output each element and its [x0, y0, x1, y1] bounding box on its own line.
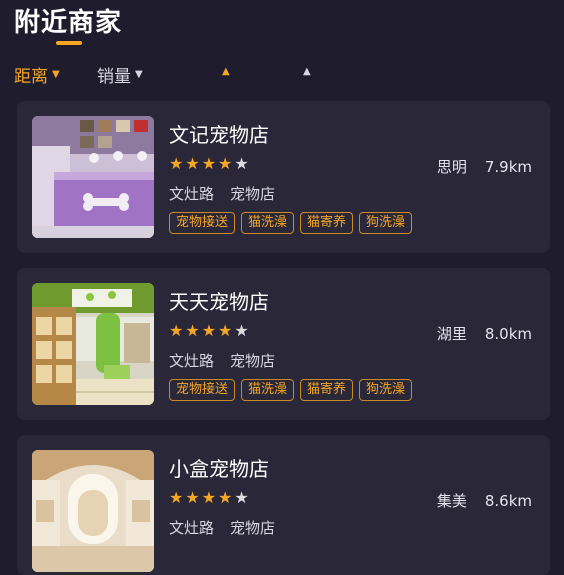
filter-bar: 距离 ▼ 销量 ▼ ▲ ▲: [0, 60, 564, 88]
caret-down-icon: ▼: [135, 69, 143, 80]
filter-distance[interactable]: 距离 ▼: [14, 62, 60, 87]
caret-up-icon[interactable]: ▲: [222, 66, 230, 77]
shop-name: 天天宠物店: [169, 290, 269, 314]
shop-district: 湖里: [436, 325, 467, 343]
shop-distance: 7.9km: [484, 158, 532, 176]
service-tag[interactable]: 猫寄养: [300, 379, 354, 401]
service-tag[interactable]: 猫洗澡: [241, 379, 295, 401]
half-star-icon: ★: [234, 154, 249, 173]
shop-location: 思明 7.9km: [437, 156, 532, 177]
star-icon: ★: [218, 488, 233, 507]
star-icon: ★: [218, 154, 233, 173]
shop-category: 宠物店: [230, 519, 276, 537]
caret-up-icon[interactable]: ▲: [303, 66, 311, 77]
star-icon: ★: [169, 488, 184, 507]
shop-name: 小盒宠物店: [169, 457, 269, 481]
shop-distance: 8.0km: [484, 325, 532, 343]
shop-district: 思明: [436, 158, 467, 176]
rating-stars: ★ ★ ★ ★ ★: [169, 490, 249, 506]
shop-meta: 文灶路 宠物店: [169, 350, 275, 371]
service-tag[interactable]: 宠物接送: [169, 379, 236, 401]
caret-down-icon: ▼: [52, 69, 60, 80]
filter-distance-label: 距离: [14, 67, 48, 87]
title-underline: [56, 41, 82, 45]
star-icon: ★: [185, 154, 200, 173]
shop-location: 湖里 8.0km: [437, 323, 532, 344]
service-tag[interactable]: 宠物接送: [169, 212, 236, 234]
shop-category: 宠物店: [230, 185, 276, 203]
shop-district: 集美: [436, 492, 467, 510]
shop-name: 文记宠物店: [169, 123, 269, 147]
shop-meta: 文灶路 宠物店: [169, 183, 275, 204]
shop-meta: 文灶路 宠物店: [169, 517, 275, 538]
half-star-icon: ★: [234, 321, 249, 340]
service-tag[interactable]: 猫洗澡: [241, 212, 295, 234]
star-icon: ★: [185, 488, 200, 507]
star-icon: ★: [169, 154, 184, 173]
shop-tags: 宠物接送 猫洗澡 猫寄养 狗洗澡: [169, 379, 413, 401]
service-tag[interactable]: 狗洗澡: [359, 379, 413, 401]
star-icon: ★: [218, 321, 233, 340]
star-icon: ★: [201, 154, 217, 173]
shop-photo: [32, 116, 154, 238]
shop-road: 文灶路: [169, 352, 215, 370]
filter-sales[interactable]: 销量 ▼: [97, 62, 143, 87]
rating-stars: ★ ★ ★ ★ ★: [169, 156, 249, 172]
shop-distance: 8.6km: [484, 492, 532, 510]
rating-stars: ★ ★ ★ ★ ★: [169, 323, 249, 339]
shop-card[interactable]: 文记宠物店 ★ ★ ★ ★ ★ 思明 7.9km 文灶路 宠物店 宠物接送 猫洗澡 …: [17, 101, 550, 253]
shop-photo: [32, 450, 154, 572]
shop-photo: [32, 283, 154, 405]
star-icon: ★: [201, 321, 217, 340]
filter-sales-label: 销量: [97, 67, 131, 87]
shop-card[interactable]: 天天宠物店 ★ ★ ★ ★ ★ 湖里 8.0km 文灶路 宠物店 宠物接送 猫洗澡 …: [17, 268, 550, 420]
shop-card[interactable]: 小盒宠物店 ★ ★ ★ ★ ★ 集美 8.6km 文灶路 宠物店: [17, 435, 550, 575]
shop-category: 宠物店: [230, 352, 276, 370]
star-icon: ★: [169, 321, 184, 340]
service-tag[interactable]: 猫寄养: [300, 212, 354, 234]
star-icon: ★: [201, 488, 217, 507]
star-icon: ★: [185, 321, 200, 340]
page-title: 附近商家: [14, 8, 123, 38]
shop-location: 集美 8.6km: [437, 490, 532, 511]
shop-tags: 宠物接送 猫洗澡 猫寄养 狗洗澡: [169, 212, 413, 234]
half-star-icon: ★: [234, 488, 249, 507]
shop-road: 文灶路: [169, 519, 215, 537]
shop-road: 文灶路: [169, 185, 215, 203]
service-tag[interactable]: 狗洗澡: [359, 212, 413, 234]
